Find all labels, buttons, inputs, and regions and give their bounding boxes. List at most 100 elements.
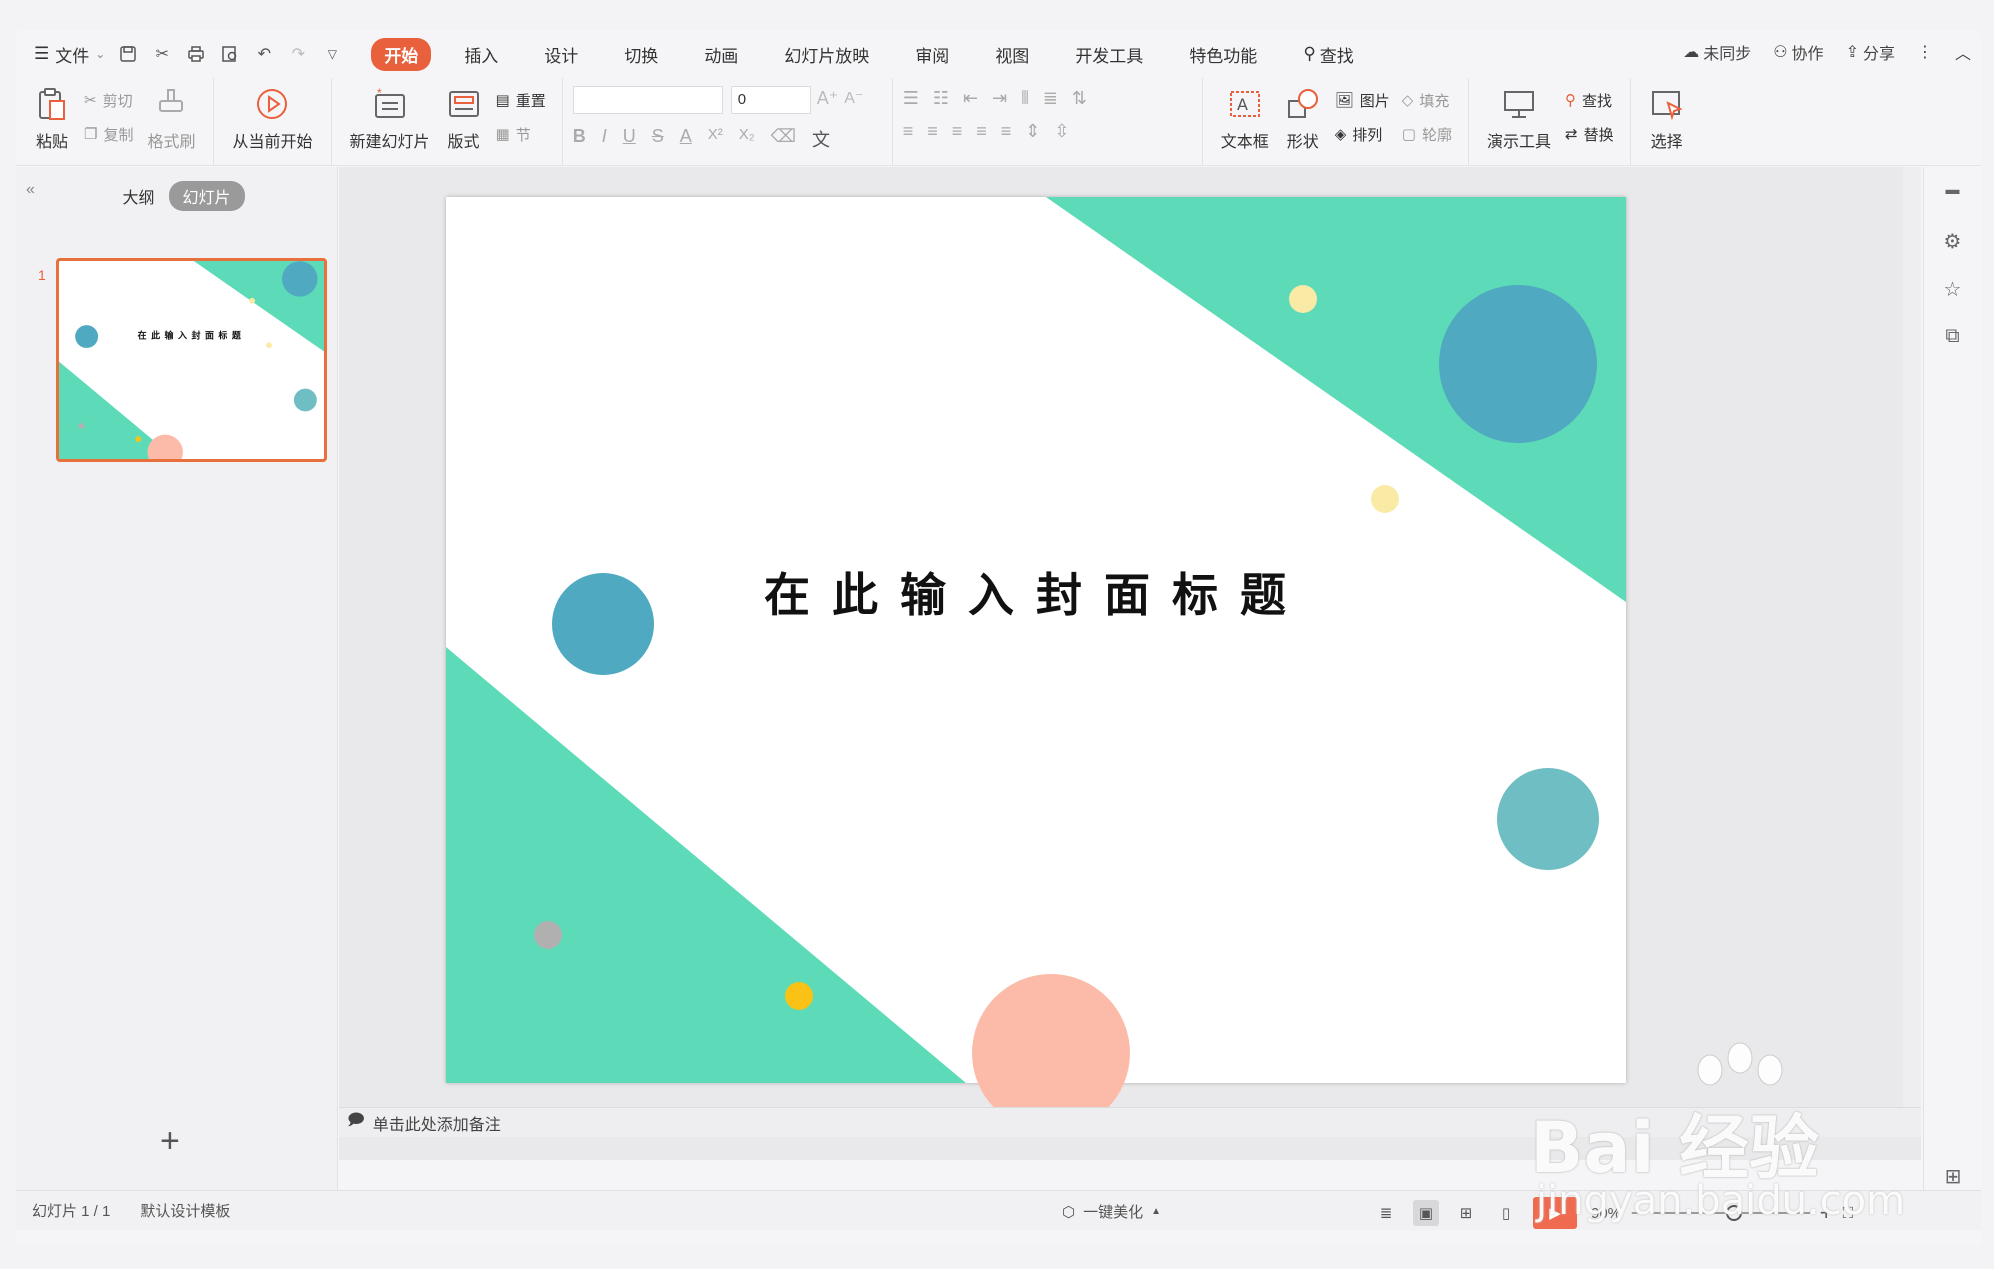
tab-view[interactable]: 视图 <box>982 38 1042 71</box>
zoom-in-icon[interactable]: + <box>1820 1200 1833 1226</box>
underline-button[interactable]: U <box>623 126 636 152</box>
distribute-icon[interactable]: ≡ <box>1001 121 1012 142</box>
print-icon[interactable] <box>185 43 207 65</box>
arrange-button[interactable]: ◈ 排列 <box>1335 122 1390 146</box>
minimize-icon[interactable]: ▬ <box>1940 181 1966 207</box>
align-left-icon[interactable]: ≡ <box>903 121 914 142</box>
align-center-icon[interactable]: ≡ <box>927 121 938 142</box>
fit-window-icon[interactable]: ⛶ <box>1843 1205 1854 1222</box>
panel-tabs: 大纲 幻灯片 <box>16 181 337 211</box>
new-slide-button[interactable]: * 新建幻灯片 <box>350 82 430 152</box>
format-icon[interactable]: ✂ <box>151 43 173 65</box>
bullets-icon[interactable]: ☰ <box>903 88 919 109</box>
slide-thumbnail[interactable]: 在此输入封面标题 <box>56 258 327 462</box>
replace-button[interactable]: ⇄ 替换 <box>1565 122 1614 146</box>
undo-icon[interactable]: ↶ <box>253 43 275 65</box>
sync-button[interactable]: ☁ 未同步 <box>1683 40 1751 64</box>
zoom-knob[interactable] <box>1725 1205 1742 1221</box>
layout-button[interactable]: 版式 <box>446 82 482 152</box>
tab-insert[interactable]: 插入 <box>451 38 511 71</box>
textbox-button[interactable]: A 文本框 <box>1221 82 1269 152</box>
tab-outline[interactable]: 大纲 <box>108 181 168 211</box>
reset-button[interactable]: ▤ 重置 <box>496 88 546 112</box>
from-current-button[interactable]: 从当前开始 <box>232 82 313 152</box>
font-color-button[interactable]: A <box>680 126 692 152</box>
slide-title[interactable]: 在此输入封面标题 <box>446 559 1626 625</box>
find-button[interactable]: ⚲ 查找 <box>1565 88 1614 112</box>
reading-view-icon[interactable]: ▯ <box>1493 1200 1519 1226</box>
tab-home[interactable]: 开始 <box>371 37 432 71</box>
numbering-icon[interactable]: ☷ <box>933 88 949 109</box>
add-slide-icon[interactable]: + <box>160 1122 180 1161</box>
columns-icon[interactable]: ⫴ <box>1021 88 1029 109</box>
subscript-button[interactable]: X₂ <box>739 126 755 152</box>
increase-indent-icon[interactable]: ⇥ <box>992 88 1007 109</box>
beautify-button[interactable]: ⬡ 一键美化 ▲ <box>1062 1201 1161 1222</box>
paragraph-row-1: ☰ ☷ ⇤ ⇥ ⫴ ≣ ⇅ <box>903 88 1087 109</box>
align-text-icon[interactable]: ≣ <box>1043 88 1058 109</box>
share-button[interactable]: ⇪ 分享 <box>1846 40 1895 64</box>
customize-icon[interactable]: ▽ <box>321 43 343 65</box>
print-preview-icon[interactable] <box>219 43 241 65</box>
tab-developer[interactable]: 开发工具 <box>1062 38 1156 71</box>
phonetic-icon[interactable]: 文 <box>812 126 830 152</box>
superscript-button[interactable]: X² <box>708 126 723 152</box>
justify-icon[interactable]: ≡ <box>976 121 987 142</box>
line-spacing-icon[interactable]: ⇕ <box>1025 121 1040 142</box>
grid-view-icon[interactable]: ⊞ <box>1940 1164 1966 1190</box>
shrink-font-icon[interactable]: A⁻ <box>844 88 863 108</box>
drawing-small-2: ◇ 填充 ▢ 轮廓 <box>1402 88 1452 146</box>
file-menu[interactable]: ☰ 文件 ⌄ <box>34 42 105 67</box>
redo-icon[interactable]: ↷ <box>287 43 309 65</box>
tab-review[interactable]: 审阅 <box>902 38 962 71</box>
select-button[interactable]: 选择 <box>1649 82 1685 152</box>
font-family-select[interactable] <box>572 86 723 114</box>
format-painter-button[interactable]: 格式刷 <box>147 82 195 152</box>
tab-design[interactable]: 设计 <box>531 38 591 71</box>
notes-toggle-icon[interactable]: ≣ <box>1373 1200 1399 1226</box>
decrease-indent-icon[interactable]: ⇤ <box>963 88 978 109</box>
text-direction-icon[interactable]: ⇅ <box>1072 88 1087 109</box>
align-right-icon[interactable]: ≡ <box>952 121 963 142</box>
tab-slideshow[interactable]: 幻灯片放映 <box>771 38 882 71</box>
presenter-tools-button[interactable]: 演示工具 <box>1487 82 1551 152</box>
tab-transitions[interactable]: 切换 <box>611 38 671 71</box>
tab-special[interactable]: 特色功能 <box>1176 38 1270 71</box>
cut-button[interactable]: ✂ 剪切 <box>84 88 133 112</box>
search-menu[interactable]: ⚲ 查找 <box>1290 38 1366 71</box>
zoom-value[interactable]: 90% <box>1591 1205 1621 1222</box>
tab-slides[interactable]: 幻灯片 <box>168 181 245 211</box>
save-icon[interactable] <box>117 43 139 65</box>
more-icon[interactable]: ⋮ <box>1917 42 1933 62</box>
copy-button[interactable]: ❐ 复制 <box>84 122 133 146</box>
settings-sliders-icon[interactable]: ⚙ <box>1940 229 1966 255</box>
paste-button[interactable]: 粘贴 <box>34 82 70 152</box>
template-name[interactable]: 默认设计模板 <box>140 1200 230 1221</box>
grow-font-icon[interactable]: A⁺ <box>817 88 839 109</box>
section-button[interactable]: ▦ 节 <box>496 122 546 146</box>
tab-animations[interactable]: 动画 <box>691 38 751 71</box>
play-slideshow-button[interactable]: ▶ <box>1533 1197 1577 1229</box>
picture-button[interactable]: 🖼 图片 <box>1335 88 1390 112</box>
replace-slides-icon[interactable]: ⧉ <box>1940 325 1966 351</box>
bold-button[interactable]: B <box>573 126 586 152</box>
shape-button[interactable]: 形状 <box>1285 82 1321 152</box>
zoom-out-icon[interactable]: − <box>1631 1205 1640 1222</box>
fill-button[interactable]: ◇ 填充 <box>1402 88 1452 112</box>
slide[interactable]: 在此输入封面标题 <box>446 197 1626 1132</box>
font-size-select[interactable]: 0 <box>730 86 811 114</box>
eraser-icon[interactable]: ⌫ <box>771 126 796 152</box>
vertical-scrollbar[interactable] <box>1903 167 1921 1107</box>
collab-button[interactable]: ⚇ 协作 <box>1773 40 1823 64</box>
italic-button[interactable]: I <box>602 126 607 152</box>
outline-button[interactable]: ▢ 轮廓 <box>1402 122 1452 146</box>
collapse-ribbon-icon[interactable]: ︿ <box>1955 40 1971 64</box>
normal-view-icon[interactable]: ▣ <box>1413 1200 1439 1226</box>
star-icon[interactable]: ☆ <box>1940 277 1966 303</box>
sorter-view-icon[interactable]: ⊞ <box>1453 1200 1479 1226</box>
paragraph-row-2: ≡ ≡ ≡ ≡ ≡ ⇕ ⇳ <box>903 121 1070 142</box>
strike-button[interactable]: S <box>652 126 664 152</box>
zoom-slider[interactable] <box>1649 1205 1810 1221</box>
notes-bar[interactable]: 🗩 单击此处添加备注 <box>339 1107 1921 1137</box>
para-spacing-icon[interactable]: ⇳ <box>1054 121 1069 142</box>
